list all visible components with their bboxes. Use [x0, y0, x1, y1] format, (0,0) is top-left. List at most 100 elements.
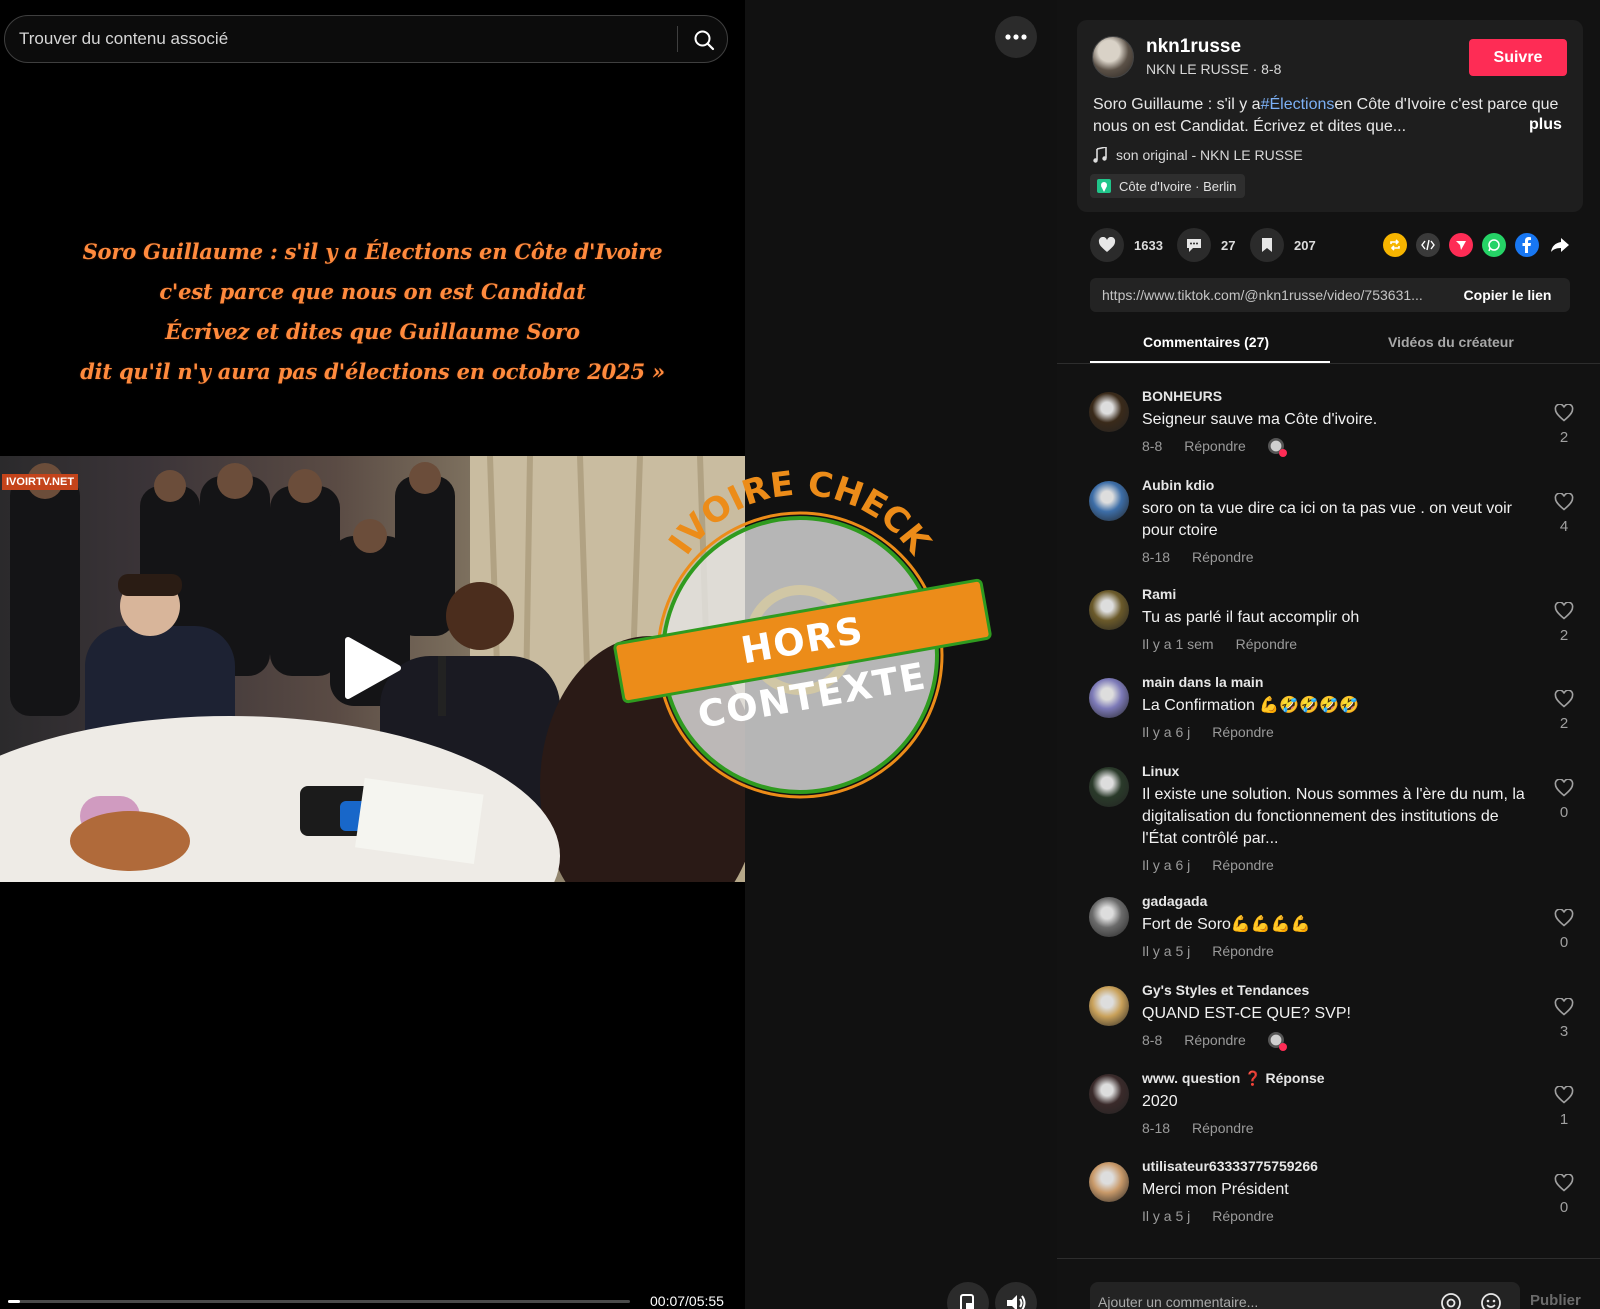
facebook-icon[interactable] — [1515, 233, 1539, 257]
reply-button[interactable]: Répondre — [1212, 943, 1274, 959]
tab-comments[interactable]: Commentaires (27) — [1143, 334, 1269, 350]
like-action[interactable]: 1633 — [1090, 228, 1163, 262]
send-icon[interactable] — [1449, 233, 1473, 257]
share-arrow-icon[interactable] — [1548, 233, 1572, 257]
commenter-name[interactable]: Aubin kdio — [1142, 477, 1214, 493]
comment-like-count: 2 — [1559, 627, 1569, 644]
caption-line: Écrivez et dites que Guillaume Soro — [165, 319, 580, 344]
reply-button[interactable]: Répondre — [1192, 1120, 1254, 1136]
comment-meta: Il y a 6 j Répondre — [1142, 724, 1274, 740]
commenter-avatar[interactable] — [1089, 1162, 1129, 1202]
commenter-avatar[interactable] — [1089, 1074, 1129, 1114]
follow-button[interactable]: Suivre — [1469, 39, 1567, 76]
video-caption: Soro Guillaume : s'il y a Élections en C… — [0, 232, 745, 392]
comment-like[interactable]: 0 — [1552, 778, 1576, 821]
hashtag-link[interactable]: #Élections — [1261, 96, 1335, 113]
video-time: 00:07/05:55 — [650, 1293, 724, 1309]
comment-text: Fort de Soro💪💪💪💪 — [1142, 916, 1311, 933]
comment-text: Tu as parlé il faut accomplir oh — [1142, 609, 1360, 626]
commenter-name[interactable]: main dans la main — [1142, 674, 1263, 690]
commenter-name[interactable]: Rami — [1142, 586, 1176, 602]
search-input[interactable] — [19, 16, 669, 62]
comment-like[interactable]: 0 — [1552, 908, 1576, 951]
commenter-avatar[interactable] — [1089, 986, 1129, 1026]
comment-text: La Confirmation 💪🤣🤣🤣🤣 — [1142, 697, 1359, 714]
comment-like[interactable]: 0 — [1552, 1173, 1576, 1216]
comment-meta: Il y a 5 j Répondre — [1142, 1208, 1274, 1224]
save-count: 207 — [1294, 237, 1316, 253]
comment-like-count: 4 — [1559, 518, 1569, 535]
comment-count: 27 — [1221, 237, 1236, 253]
reply-button[interactable]: Répondre — [1236, 636, 1298, 652]
commenter-avatar[interactable] — [1089, 392, 1129, 432]
reply-button[interactable]: Répondre — [1212, 857, 1274, 873]
location-text: Côte d'Ivoire · Berlin — [1119, 178, 1237, 194]
whatsapp-icon[interactable] — [1482, 233, 1506, 257]
heart-outline-icon[interactable] — [1554, 689, 1574, 708]
commenter-name[interactable]: Linux — [1142, 763, 1179, 779]
embed-icon[interactable] — [1416, 233, 1440, 257]
comment-icon[interactable] — [1177, 228, 1211, 262]
heart-outline-icon[interactable] — [1554, 997, 1574, 1016]
location-pin-icon — [1097, 179, 1111, 193]
commenter-avatar[interactable] — [1089, 590, 1129, 630]
heart-outline-icon[interactable] — [1554, 403, 1574, 422]
reply-button[interactable]: Répondre — [1192, 549, 1254, 565]
comment-like[interactable]: 2 — [1552, 601, 1576, 644]
bookmark-icon[interactable] — [1250, 228, 1284, 262]
save-action[interactable]: 207 — [1250, 228, 1316, 262]
comment-like-count: 2 — [1559, 715, 1569, 732]
location-chip[interactable]: Côte d'Ivoire · Berlin — [1090, 174, 1246, 198]
reply-button[interactable]: Répondre — [1184, 438, 1246, 454]
copy-link-button[interactable]: Copier le lien — [1445, 278, 1570, 312]
heart-outline-icon[interactable] — [1554, 492, 1574, 511]
emoji-icon[interactable] — [1480, 1292, 1502, 1309]
comment-date: 8-8 — [1142, 438, 1163, 454]
author-username[interactable]: nkn1russe — [1146, 36, 1241, 58]
video-url[interactable]: https://www.tiktok.com/@nkn1russe/video/… — [1102, 278, 1442, 312]
reply-button[interactable]: Répondre — [1212, 1208, 1274, 1224]
see-more-link[interactable]: plus — [1529, 116, 1562, 134]
commenter-name[interactable]: BONHEURS — [1142, 388, 1222, 404]
commenter-name[interactable]: www. question ❓ Réponse — [1142, 1070, 1325, 1087]
reply-button[interactable]: Répondre — [1212, 724, 1274, 740]
heart-outline-icon[interactable] — [1554, 601, 1574, 620]
commenter-name[interactable]: gadagada — [1142, 893, 1207, 909]
heart-outline-icon[interactable] — [1554, 908, 1574, 927]
search-icon[interactable] — [689, 25, 719, 55]
comment-meta: 8-18 Répondre — [1142, 549, 1254, 565]
music-link[interactable]: son original - NKN LE RUSSE — [1093, 147, 1303, 163]
commenter-name[interactable]: Gy's Styles et Tendances — [1142, 982, 1309, 998]
comment-like[interactable]: 2 — [1552, 689, 1576, 732]
video-progress-bar[interactable] — [8, 1300, 630, 1303]
description-text: Soro Guillaume : s'il y a — [1093, 96, 1261, 113]
repost-icon[interactable] — [1383, 233, 1407, 257]
heart-outline-icon[interactable] — [1554, 778, 1574, 797]
search-bar — [4, 15, 728, 63]
comment-like[interactable]: 4 — [1552, 492, 1576, 535]
commenter-avatar[interactable] — [1089, 897, 1129, 937]
heart-outline-icon[interactable] — [1554, 1173, 1574, 1192]
commenter-avatar[interactable] — [1089, 678, 1129, 718]
commenter-name[interactable]: utilisateur63333775759266 — [1142, 1158, 1318, 1174]
caption-line: Soro Guillaume : s'il y a Élections en C… — [82, 239, 663, 264]
publish-button[interactable]: Publier — [1530, 1292, 1581, 1309]
comment-like[interactable]: 3 — [1552, 997, 1576, 1040]
author-avatar[interactable] — [1092, 36, 1134, 78]
comment-like-count: 2 — [1559, 429, 1569, 446]
commenter-avatar[interactable] — [1089, 767, 1129, 807]
play-icon[interactable] — [342, 636, 402, 700]
tab-creator-videos[interactable]: Vidéos du créateur — [1388, 334, 1514, 350]
comment-like[interactable]: 2 — [1552, 403, 1576, 446]
mention-icon[interactable] — [1440, 1292, 1462, 1309]
comment-like-count: 1 — [1559, 1111, 1569, 1128]
heart-outline-icon[interactable] — [1554, 1085, 1574, 1104]
heart-icon[interactable] — [1090, 228, 1124, 262]
comment-date: Il y a 6 j — [1142, 857, 1191, 873]
more-options-icon[interactable] — [995, 16, 1037, 58]
comment-action[interactable]: 27 — [1177, 228, 1235, 262]
comment-like[interactable]: 1 — [1552, 1085, 1576, 1128]
commenter-avatar[interactable] — [1089, 481, 1129, 521]
video-link-box: https://www.tiktok.com/@nkn1russe/video/… — [1090, 278, 1570, 312]
reply-button[interactable]: Répondre — [1184, 1032, 1246, 1048]
